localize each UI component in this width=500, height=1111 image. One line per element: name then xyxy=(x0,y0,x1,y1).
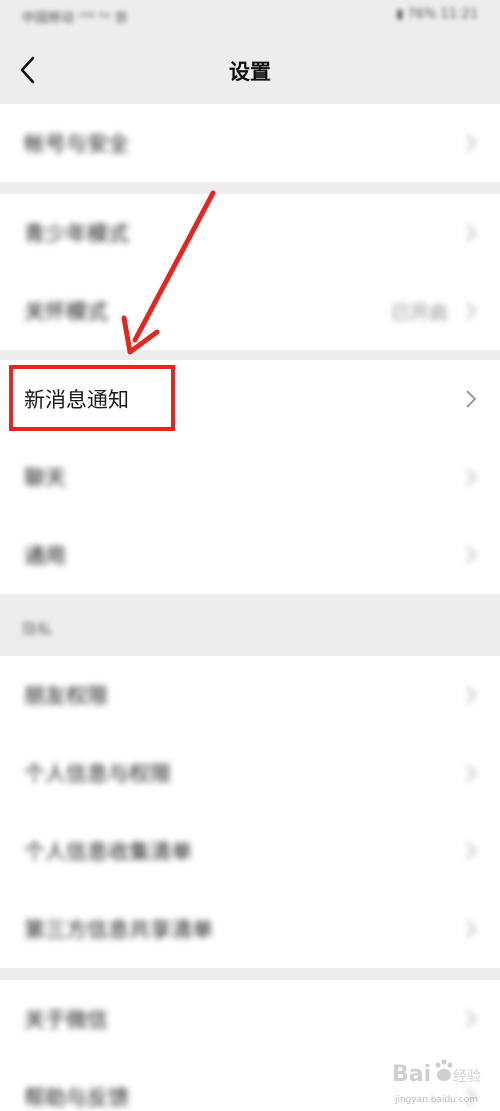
baidu-watermark: Bai 经验 xyxy=(390,1051,486,1097)
row-label: 青少年模式 xyxy=(24,222,129,246)
settings-row-third-party-sharing[interactable]: 第三方信息共享清单 xyxy=(0,890,500,968)
row-value: 已开启 xyxy=(390,302,448,324)
settings-group-modes: 青少年模式 关怀模式 已开启 xyxy=(0,194,500,350)
section-header-label: 隐私 xyxy=(22,620,53,638)
row-label: 帐号与安全 xyxy=(24,132,129,156)
row-label: 个人信息与权限 xyxy=(24,762,171,786)
settings-row-new-message-notifications[interactable]: 新消息通知 xyxy=(0,360,500,438)
status-bar: 中国移动 ᵛ⁵ᴳ ˡᵗᵉ 奈 ▮ 76% 11:21 xyxy=(0,0,500,36)
settings-row-about-wechat[interactable]: 关于微信 xyxy=(0,980,500,1058)
chevron-right-icon xyxy=(466,224,477,242)
settings-row-account-security[interactable]: 帐号与安全 xyxy=(0,104,500,182)
row-label: 关于微信 xyxy=(24,1008,108,1032)
watermark-brand: Bai xyxy=(392,1062,431,1087)
settings-row-personal-info-collection[interactable]: 个人信息收集清单 xyxy=(0,812,500,890)
watermark-brand-suffix: 经验 xyxy=(453,1069,481,1085)
chevron-right-icon xyxy=(466,764,477,782)
chevron-right-icon xyxy=(466,302,477,320)
chevron-right-icon xyxy=(466,1010,477,1028)
watermark-url: jingyan.baidu.com xyxy=(394,1095,478,1105)
row-label: 第三方信息共享清单 xyxy=(24,918,213,942)
baidu-paw-icon: Bai 经验 xyxy=(392,1059,481,1087)
nav-bar: 设置 xyxy=(0,36,500,104)
row-label: 新消息通知 xyxy=(24,388,129,412)
settings-group-privacy: 朋友权限 个人信息与权限 个人信息收集清单 第三方信息共享清单 xyxy=(0,656,500,968)
settings-row-general[interactable]: 通用 xyxy=(0,516,500,594)
chevron-right-icon xyxy=(466,920,477,938)
settings-row-care-mode[interactable]: 关怀模式 已开启 xyxy=(0,272,500,350)
settings-row-friend-permissions[interactable]: 朋友权限 xyxy=(0,656,500,734)
chevron-right-icon xyxy=(466,468,477,486)
row-label: 朋友权限 xyxy=(24,684,108,708)
status-bar-battery-time: ▮ 76% 11:21 xyxy=(396,7,478,22)
chevron-right-icon xyxy=(466,134,477,152)
row-label: 帮助与反馈 xyxy=(24,1086,129,1110)
settings-group-general: 新消息通知 聊天 通用 xyxy=(0,360,500,594)
row-label: 个人信息收集清单 xyxy=(24,840,192,864)
chevron-right-icon xyxy=(466,390,477,408)
settings-row-chat[interactable]: 聊天 xyxy=(0,438,500,516)
chevron-right-icon xyxy=(466,686,477,704)
row-label: 关怀模式 xyxy=(24,300,108,324)
settings-row-youth-mode[interactable]: 青少年模式 xyxy=(0,194,500,272)
settings-row-personal-info-permissions[interactable]: 个人信息与权限 xyxy=(0,734,500,812)
status-bar-carrier: 中国移动 ᵛ⁵ᴳ ˡᵗᵉ 奈 xyxy=(22,11,128,26)
chevron-right-icon xyxy=(466,842,477,860)
settings-group-account: 帐号与安全 xyxy=(0,104,500,182)
page-title: 设置 xyxy=(229,60,271,84)
row-label: 聊天 xyxy=(24,466,66,490)
row-label: 通用 xyxy=(24,544,66,568)
chevron-right-icon xyxy=(466,546,477,564)
section-header-privacy: 隐私 xyxy=(0,594,500,656)
